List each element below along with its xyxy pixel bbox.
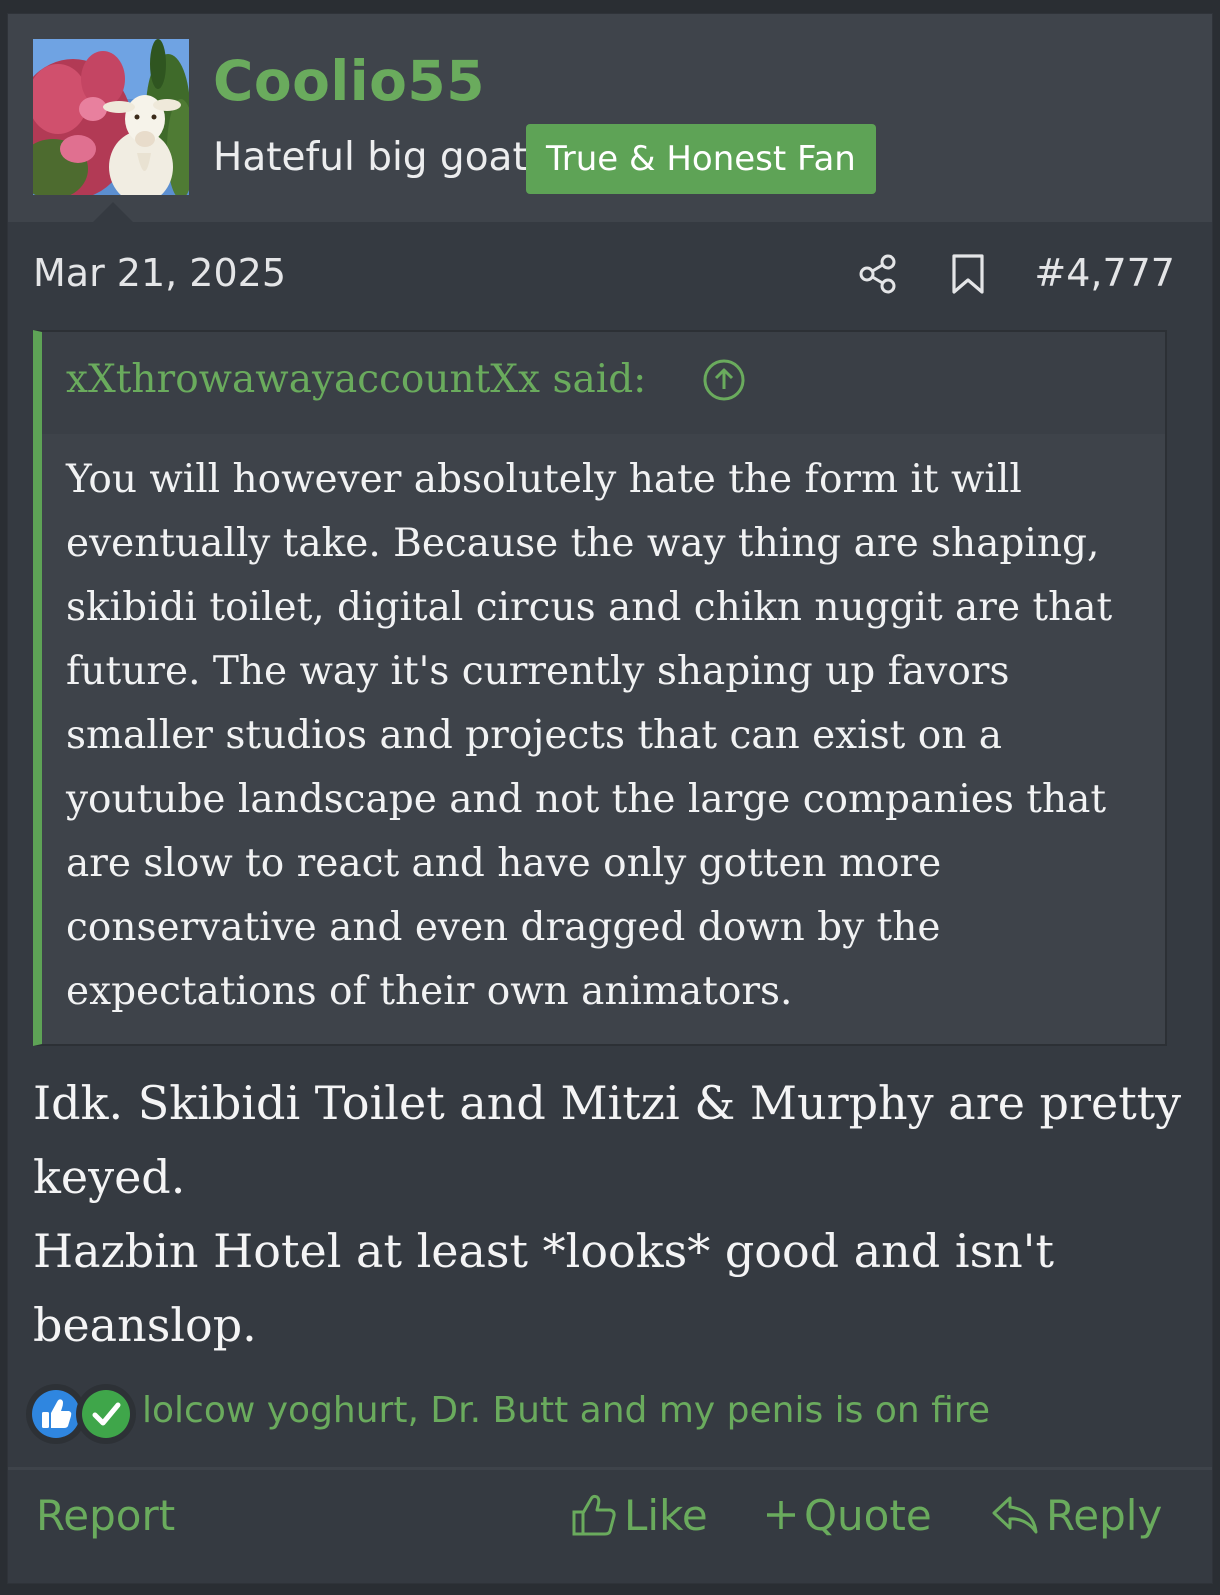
plus-icon <box>767 1500 795 1529</box>
post-body-line: Hazbin Hotel at least *looks* good and i… <box>33 1224 1054 1278</box>
reply-button[interactable]: Reply <box>990 1484 1162 1548</box>
post-body-line: beanslop. <box>33 1298 257 1352</box>
quote-line: eventually take. Because the way thing a… <box>66 521 1100 566</box>
quote-line: expectations of their own animators. <box>66 969 793 1014</box>
user-title: Hateful big goat <box>213 135 528 180</box>
arrow-up-circle-icon[interactable] <box>702 358 746 402</box>
quote-line: skibidi toilet, digital circus and chikn… <box>66 585 1113 630</box>
share-icon[interactable] <box>856 252 900 296</box>
post-body-line: keyed. <box>33 1150 186 1204</box>
quote-line: are slow to react and have only gotten m… <box>66 841 942 886</box>
quote-line: conservative and even dragged down by th… <box>66 905 941 950</box>
reply-arrow-icon <box>992 1496 1038 1533</box>
report-button[interactable]: Report <box>36 1484 175 1548</box>
reaction-users-link[interactable]: lolcow yoghurt, Dr. Butt and my penis is… <box>142 1387 990 1435</box>
agree-check-reaction-icon[interactable] <box>76 1384 136 1444</box>
post-body-line: Idk. Skibidi Toilet and Mitzi & Murphy a… <box>33 1076 1182 1130</box>
quote-block: xXthrowawayaccountXx said: You will howe… <box>33 330 1167 1046</box>
goat-avatar-image <box>33 39 189 195</box>
post-user-header: Coolio55 Hateful big goat True & Honest … <box>8 14 1212 222</box>
quote-label: Quote <box>804 1491 932 1540</box>
like-button[interactable]: Like <box>570 1484 708 1548</box>
user-avatar[interactable] <box>33 39 189 195</box>
quote-text: You will however absolutely hate the for… <box>66 448 1161 1024</box>
post-body-text: Idk. Skibidi Toilet and Mitzi & Murphy a… <box>33 1066 1183 1362</box>
reply-label: Reply <box>1046 1491 1163 1540</box>
quote-author-link[interactable]: xXthrowawayaccountXx said: <box>66 354 646 406</box>
quote-button[interactable]: Quote <box>764 1484 932 1548</box>
post-date[interactable]: Mar 21, 2025 <box>33 249 286 297</box>
post-number-link[interactable]: #4,777 <box>1034 249 1175 297</box>
quote-header: xXthrowawayaccountXx said: <box>42 332 1165 434</box>
quote-line: future. The way it's currently shaping u… <box>66 649 1010 694</box>
quote-line: smaller studios and projects that can ex… <box>66 713 1002 758</box>
header-pointer <box>93 202 133 222</box>
quote-line: youtube landscape and not the large comp… <box>66 777 1107 822</box>
thumbs-up-icon <box>572 1494 616 1535</box>
report-label: Report <box>36 1491 176 1540</box>
like-label: Like <box>624 1491 708 1540</box>
footer-divider <box>8 1467 1212 1470</box>
bookmark-icon[interactable] <box>948 252 988 296</box>
user-banner-badge: True & Honest Fan <box>526 124 876 194</box>
username[interactable]: Coolio55 <box>213 46 485 116</box>
forum-post: Coolio55 Hateful big goat True & Honest … <box>7 13 1213 1584</box>
quote-line: You will however absolutely hate the for… <box>66 457 1022 502</box>
